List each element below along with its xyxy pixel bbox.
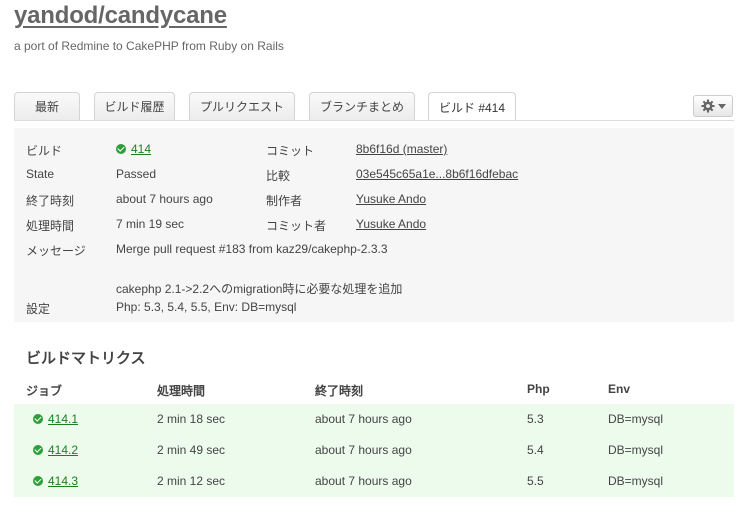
message-line-2: cakephp 2.1->2.2へのmigration時に必要な処理を追加 <box>116 282 403 296</box>
tabs-divider <box>14 120 734 121</box>
compare-link[interactable]: 03e545c65a1e...8b6f16dfebac <box>356 167 518 181</box>
gear-icon <box>700 99 715 113</box>
job-cell: 414.1 <box>33 412 78 426</box>
repo-title-link[interactable]: yandod/candycane <box>14 2 227 30</box>
tab-current-build[interactable]: ビルド #414 <box>428 92 516 121</box>
php-cell: 5.3 <box>527 412 544 426</box>
header-job: ジョブ <box>26 384 63 398</box>
caret-down-icon <box>717 103 726 109</box>
committer-link[interactable]: Yusuke Ando <box>356 217 426 231</box>
header-php: Php <box>527 382 550 396</box>
duration-value: 7 min 19 sec <box>116 217 185 231</box>
job-link[interactable]: 414.2 <box>48 443 78 457</box>
compare-label: 比較 <box>266 169 291 183</box>
php-cell: 5.4 <box>527 443 544 457</box>
env-cell: DB=mysql <box>608 412 664 426</box>
author-label: 制作者 <box>266 194 303 208</box>
build-summary-panel: ビルド 414 コミット 8b6f16d (master) State Pass… <box>14 128 734 322</box>
tab-branch-summary[interactable]: ブランチまとめ <box>309 92 415 120</box>
header-duration: 処理時間 <box>157 384 206 398</box>
settings-dropdown-button[interactable] <box>693 95 733 117</box>
env-cell: DB=mysql <box>608 474 664 488</box>
job-link[interactable]: 414.1 <box>48 412 78 426</box>
duration-cell: 2 min 49 sec <box>157 443 226 457</box>
build-matrix-title: ビルドマトリクス <box>26 350 146 367</box>
tab-build-history[interactable]: ビルド履歴 <box>94 92 175 120</box>
finished-cell: about 7 hours ago <box>315 443 412 457</box>
finished-value: about 7 hours ago <box>116 192 213 206</box>
passed-check-icon <box>33 414 43 424</box>
config-label: 設定 <box>26 302 51 316</box>
header-finished: 終了時刻 <box>315 384 364 398</box>
job-link[interactable]: 414.3 <box>48 474 78 488</box>
env-cell: DB=mysql <box>608 443 664 457</box>
matrix-row: 414.1 2 min 18 sec about 7 hours ago 5.3… <box>14 404 734 435</box>
commit-label: コミット <box>266 144 315 158</box>
matrix-header-row: ジョブ 処理時間 終了時刻 Php Env <box>14 378 734 402</box>
duration-cell: 2 min 12 sec <box>157 474 226 488</box>
php-cell: 5.5 <box>527 474 544 488</box>
matrix-row: 414.3 2 min 12 sec about 7 hours ago 5.5… <box>14 466 734 497</box>
finished-cell: about 7 hours ago <box>315 474 412 488</box>
config-value: Php: 5.3, 5.4, 5.5, Env: DB=mysql <box>116 300 297 314</box>
state-value: Passed <box>116 167 157 181</box>
build-number-link[interactable]: 414 <box>131 142 151 156</box>
header-env: Env <box>608 382 631 396</box>
build-label: ビルド <box>26 144 63 158</box>
finished-cell: about 7 hours ago <box>315 412 412 426</box>
passed-check-icon <box>33 445 43 455</box>
job-cell: 414.2 <box>33 443 78 457</box>
finished-label: 終了時刻 <box>26 194 75 208</box>
passed-check-icon <box>33 476 43 486</box>
build-number: 414 <box>116 142 151 156</box>
job-cell: 414.3 <box>33 474 78 488</box>
duration-label: 処理時間 <box>26 219 75 233</box>
message-label: メッセージ <box>26 244 86 258</box>
passed-check-icon <box>116 144 126 154</box>
author-link[interactable]: Yusuke Ando <box>356 192 426 206</box>
tab-pull-requests[interactable]: プルリクエスト <box>189 92 295 120</box>
state-label: State <box>26 167 55 181</box>
committer-label: コミット者 <box>266 219 327 233</box>
repo-description: a port of Redmine to CakePHP from Ruby o… <box>14 39 284 53</box>
matrix-row: 414.2 2 min 49 sec about 7 hours ago 5.4… <box>14 435 734 466</box>
duration-cell: 2 min 18 sec <box>157 412 226 426</box>
tab-latest[interactable]: 最新 <box>14 92 80 120</box>
message-line-1: Merge pull request #183 from kaz29/cakep… <box>116 242 388 256</box>
commit-link[interactable]: 8b6f16d (master) <box>356 142 447 156</box>
